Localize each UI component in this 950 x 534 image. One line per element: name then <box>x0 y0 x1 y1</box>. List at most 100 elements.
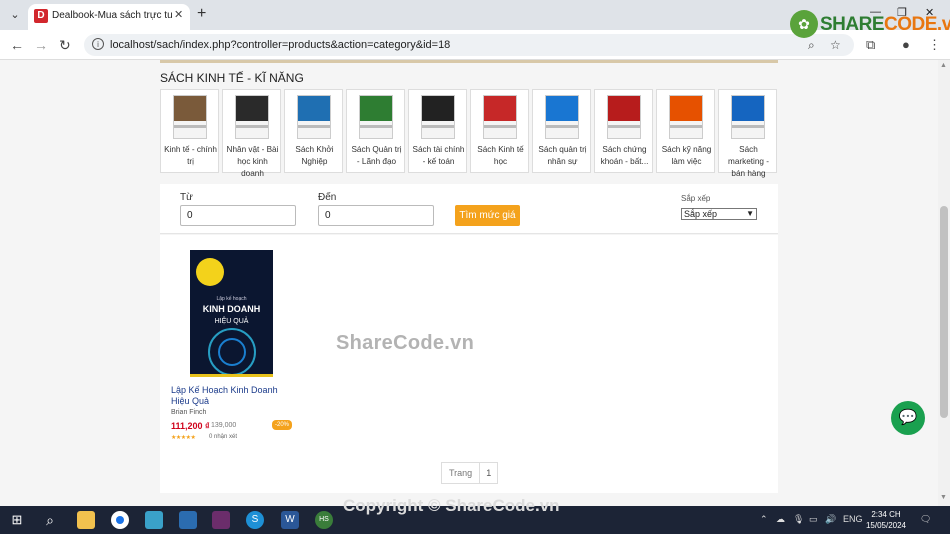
product-card[interactable]: Lập kế hoạch KINH DOANH HIỆU QUẢ Lập Kế … <box>171 249 295 449</box>
media-app-icon[interactable] <box>212 511 230 529</box>
back-icon[interactable]: ← <box>10 37 24 53</box>
book-cover-graphic <box>670 96 702 122</box>
pagination-label: Trang <box>442 463 481 483</box>
category-label[interactable]: Sách chứng khoán - bất... <box>597 144 652 168</box>
scrollbar-thumb[interactable] <box>940 206 948 418</box>
network-app-icon[interactable] <box>179 511 197 529</box>
category-book-image[interactable] <box>359 95 393 139</box>
category-card[interactable]: Nhân vật - Bài học kinh doanh <box>222 89 281 178</box>
rating-stars-icon: ★★★★★ <box>171 435 196 441</box>
microphone-icon[interactable]: 🎙 <box>793 514 804 525</box>
cloud-icon[interactable]: ☁ <box>776 514 785 525</box>
clock[interactable]: 2:34 CH 15/05/2024 <box>862 509 910 531</box>
category-label[interactable]: Sách tài chính - kế toán <box>411 144 466 168</box>
tray-overflow-icon[interactable]: ⌃ <box>760 514 768 525</box>
from-price-input[interactable]: 0 <box>180 205 296 226</box>
cover-badge <box>196 258 224 286</box>
category-card[interactable]: Sách Khởi Nghiệp <box>284 89 343 173</box>
tab-search-button[interactable]: ⌄ <box>6 6 24 24</box>
tab-title: Dealbook-Mua sách trực tuyến <box>52 10 172 21</box>
zoom-icon[interactable]: ⌕ <box>808 38 815 53</box>
category-label[interactable]: Sách Kinh tế học <box>473 144 528 168</box>
skype-icon[interactable]: S <box>246 511 264 529</box>
search-icon[interactable]: ⌕ <box>41 511 59 529</box>
copyright-watermark: Copyright © ShareCode.vn <box>343 496 560 515</box>
book-cover-graphic <box>608 124 640 128</box>
file-explorer-icon[interactable] <box>77 511 95 529</box>
volume-icon[interactable]: 🔊 <box>825 514 836 525</box>
category-label[interactable]: Sách Quản trị - Lãnh đạo <box>349 144 404 168</box>
bookmark-star-icon[interactable]: ☆ <box>830 38 841 52</box>
category-card[interactable]: Sách Quản trị - Lãnh đạo <box>346 89 405 173</box>
category-card[interactable]: Sách marketing - bán hàng <box>718 89 777 178</box>
category-book-image[interactable] <box>731 95 765 139</box>
category-book-image[interactable] <box>173 95 207 139</box>
close-tab-icon[interactable]: ✕ <box>174 8 183 21</box>
menu-dots-icon[interactable]: ⋮ <box>928 37 941 53</box>
new-tab-button[interactable]: + <box>197 5 206 23</box>
category-card[interactable]: Sách chứng khoán - bất... <box>594 89 653 173</box>
category-label[interactable]: Kinh tế - chính trị <box>163 144 218 168</box>
category-card[interactable]: Kinh tế - chính trị <box>160 89 219 173</box>
category-book-image[interactable] <box>545 95 579 139</box>
category-card[interactable]: Sách quản trị nhân sự <box>532 89 591 173</box>
network-icon[interactable]: ▭ <box>809 514 818 525</box>
book-cover-graphic <box>732 124 764 128</box>
extensions-icon[interactable]: ⧉ <box>866 37 875 53</box>
product-author: Brian Finch <box>171 409 207 416</box>
page-number-button[interactable]: 1 <box>480 463 497 483</box>
reload-icon[interactable]: ↻ <box>59 37 71 54</box>
book-cover-graphic <box>484 124 516 128</box>
site-info-icon[interactable]: i <box>92 38 104 50</box>
book-cover-graphic <box>236 96 268 122</box>
category-book-image[interactable] <box>607 95 641 139</box>
category-book-image[interactable] <box>669 95 703 139</box>
category-label[interactable]: Sách Khởi Nghiệp <box>287 144 342 168</box>
book-cover-graphic <box>174 96 206 122</box>
url-text[interactable]: localhost/sach/index.php?controller=prod… <box>110 39 450 51</box>
category-book-image[interactable] <box>421 95 455 139</box>
language-indicator[interactable]: ENG <box>843 514 863 524</box>
price-filter-panel: Từ 0 Đến 0 Tìm mức giá Sắp xếp Sắp xếp ▼ <box>160 184 778 234</box>
category-label[interactable]: Sách marketing - bán hàng <box>721 144 776 180</box>
category-label[interactable]: Sách kỹ năng làm việc <box>659 144 714 168</box>
sharecode-logo-icon: ✿ <box>790 10 818 38</box>
category-label[interactable]: Sách quản trị nhân sự <box>535 144 590 168</box>
chat-button[interactable]: 💬 <box>891 401 925 435</box>
category-label[interactable]: Nhân vật - Bài học kinh doanh <box>225 144 280 180</box>
category-book-image[interactable] <box>235 95 269 139</box>
book-cover-graphic <box>360 96 392 122</box>
sort-label: Sắp xếp <box>681 194 711 203</box>
category-book-image[interactable] <box>483 95 517 139</box>
windows-start-icon[interactable]: ⊞ <box>8 511 26 529</box>
category-card[interactable]: Sách kỹ năng làm việc <box>656 89 715 173</box>
photos-app-icon[interactable] <box>145 511 163 529</box>
word-icon[interactable]: W <box>281 511 299 529</box>
chrome-icon[interactable] <box>111 511 129 529</box>
pagination: Trang 1 <box>441 462 499 484</box>
product-cover-image[interactable]: Lập kế hoạch KINH DOANH HIỆU QUẢ <box>190 250 273 377</box>
discount-badge: -20% <box>272 420 292 430</box>
forward-icon[interactable]: → <box>34 37 48 53</box>
category-book-image[interactable] <box>297 95 331 139</box>
sort-select-value: Sắp xếp <box>684 209 718 219</box>
favicon-icon: D <box>34 9 48 23</box>
book-cover-graphic <box>608 96 640 122</box>
hs-app-icon[interactable]: HS <box>315 511 333 529</box>
browser-tab[interactable]: D Dealbook-Mua sách trực tuyến ✕ <box>28 4 190 30</box>
category-list: Kinh tế - chính trị Nhân vật - Bài học ki… <box>160 89 780 178</box>
sort-select[interactable]: Sắp xếp ▼ <box>681 208 757 220</box>
page-scrollbar[interactable]: ▲ ▼ <box>938 60 950 506</box>
to-price-input[interactable]: 0 <box>318 205 434 226</box>
category-card[interactable]: Sách Kinh tế học <box>470 89 529 173</box>
to-label: Đến <box>318 192 337 203</box>
profile-avatar-icon[interactable]: ● <box>902 37 910 52</box>
product-name-link[interactable]: Lập Kế Hoạch Kinh Doanh Hiệu Quả <box>171 385 295 407</box>
scroll-down-icon[interactable]: ▼ <box>940 494 947 501</box>
sharecode-logo-text: SHARECODE.vn <box>820 14 950 35</box>
notifications-icon[interactable]: 🗨 <box>920 514 931 525</box>
scroll-up-icon[interactable]: ▲ <box>940 62 947 69</box>
url-field[interactable]: i localhost/sach/index.php?controller=pr… <box>84 34 854 56</box>
search-price-button[interactable]: Tìm mức giá <box>455 205 520 226</box>
category-card[interactable]: Sách tài chính - kế toán <box>408 89 467 173</box>
